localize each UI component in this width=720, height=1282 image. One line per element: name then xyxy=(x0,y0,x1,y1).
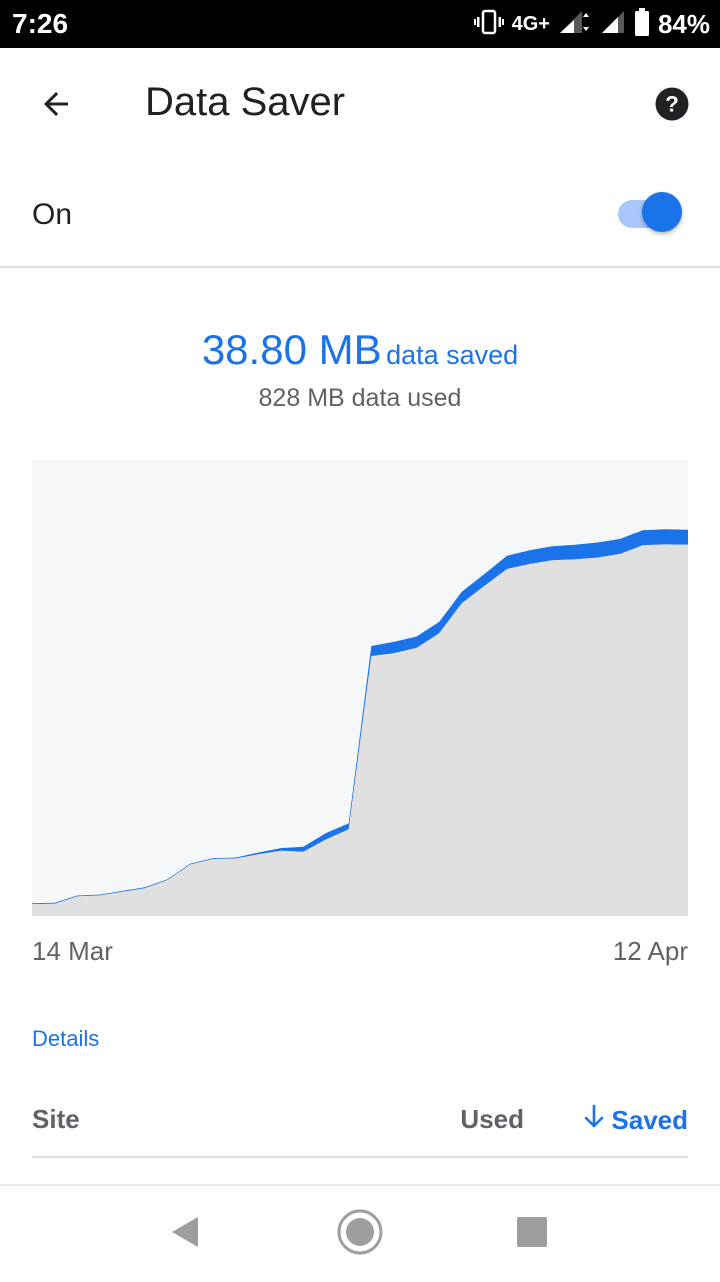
battery-icon xyxy=(634,7,650,41)
data-saved-suffix: data saved xyxy=(386,340,519,370)
nav-back-button[interactable] xyxy=(154,1202,218,1266)
x-axis-end-label: 12 Apr xyxy=(612,936,688,966)
x-axis-start-label: 14 Mar xyxy=(32,936,113,966)
column-header-used[interactable]: Used xyxy=(460,1104,524,1135)
back-button[interactable] xyxy=(28,78,84,134)
data-saver-switch[interactable] xyxy=(616,192,682,236)
help-circle-icon: ? xyxy=(654,86,690,127)
data-usage-chart xyxy=(32,460,688,916)
chart-svg xyxy=(32,460,688,916)
status-icons: 4G+ 84% xyxy=(473,6,710,42)
signal-icon xyxy=(600,9,626,40)
help-button[interactable]: ? xyxy=(648,82,696,130)
nav-home-button[interactable] xyxy=(328,1202,392,1266)
nav-home-icon xyxy=(336,1208,384,1261)
arrow-left-icon xyxy=(38,86,74,127)
column-header-saved[interactable]: Saved xyxy=(583,1104,688,1137)
page-title: Data Saver xyxy=(145,80,346,124)
vibrate-icon xyxy=(473,9,504,40)
details-section-title: Details xyxy=(32,1026,100,1051)
signal-icon xyxy=(558,9,592,40)
data-used-text: 828 MB data used xyxy=(258,384,462,412)
details-table-header: Site Used Saved xyxy=(32,1100,688,1158)
app-bar: Data Saver ? xyxy=(0,48,720,160)
data-summary: 38.80 MB data saved 828 MB data used xyxy=(0,326,720,413)
svg-text:?: ? xyxy=(665,91,679,116)
column-header-site: Site xyxy=(32,1104,80,1134)
arrow-down-icon xyxy=(583,1104,605,1137)
nav-recents-button[interactable] xyxy=(500,1202,564,1266)
nav-recents-icon xyxy=(515,1215,549,1254)
status-time: 7:26 xyxy=(12,8,69,39)
nav-back-icon xyxy=(168,1214,204,1255)
network-type: 4G+ xyxy=(511,12,550,35)
switch-thumb xyxy=(642,192,682,232)
toggle-label: On xyxy=(32,198,73,231)
data-saver-toggle-row[interactable]: On xyxy=(0,160,720,268)
status-bar: 7:26 4G+ 84% xyxy=(0,0,720,48)
data-saved-line: 38.80 MB data saved xyxy=(0,326,720,374)
battery-percent: 84% xyxy=(657,8,710,39)
column-header-saved-label: Saved xyxy=(611,1105,688,1135)
system-nav-bar xyxy=(0,1184,720,1282)
data-saved-amount: 38.80 MB xyxy=(201,326,382,373)
